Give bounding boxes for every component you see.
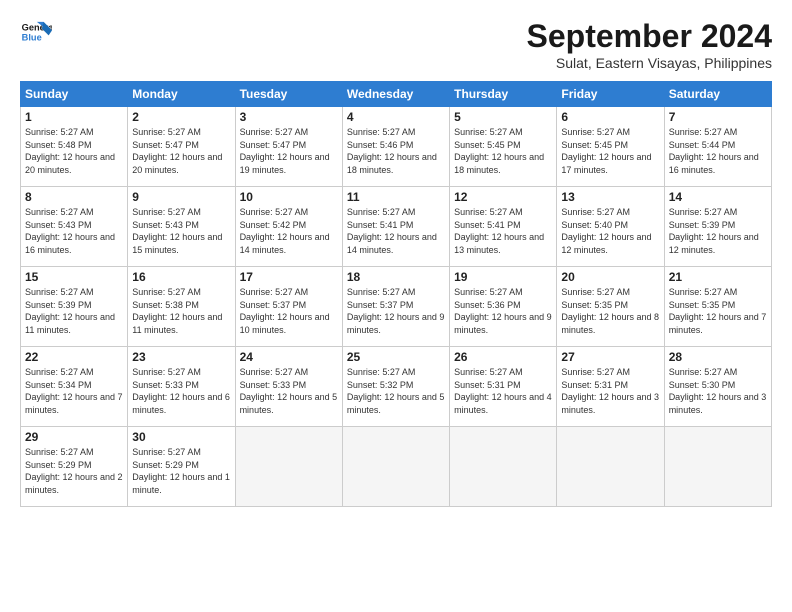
svg-text:Blue: Blue (22, 32, 42, 42)
col-wednesday: Wednesday (342, 82, 449, 107)
table-row: 7Sunrise: 5:27 AMSunset: 5:44 PMDaylight… (664, 107, 771, 187)
table-row: 21Sunrise: 5:27 AMSunset: 5:35 PMDayligh… (664, 267, 771, 347)
table-row: 28Sunrise: 5:27 AMSunset: 5:30 PMDayligh… (664, 347, 771, 427)
table-row: 27Sunrise: 5:27 AMSunset: 5:31 PMDayligh… (557, 347, 664, 427)
table-row: 4Sunrise: 5:27 AMSunset: 5:46 PMDaylight… (342, 107, 449, 187)
table-row: 5Sunrise: 5:27 AMSunset: 5:45 PMDaylight… (450, 107, 557, 187)
table-row: 30Sunrise: 5:27 AMSunset: 5:29 PMDayligh… (128, 427, 235, 507)
table-row (664, 427, 771, 507)
month-title: September 2024 (527, 18, 772, 55)
table-row: 24Sunrise: 5:27 AMSunset: 5:33 PMDayligh… (235, 347, 342, 427)
col-thursday: Thursday (450, 82, 557, 107)
calendar-table: Sunday Monday Tuesday Wednesday Thursday… (20, 81, 772, 507)
col-monday: Monday (128, 82, 235, 107)
table-row (342, 427, 449, 507)
table-row: 2Sunrise: 5:27 AMSunset: 5:47 PMDaylight… (128, 107, 235, 187)
table-row: 23Sunrise: 5:27 AMSunset: 5:33 PMDayligh… (128, 347, 235, 427)
table-row (450, 427, 557, 507)
table-row: 16Sunrise: 5:27 AMSunset: 5:38 PMDayligh… (128, 267, 235, 347)
table-row: 11Sunrise: 5:27 AMSunset: 5:41 PMDayligh… (342, 187, 449, 267)
table-row: 25Sunrise: 5:27 AMSunset: 5:32 PMDayligh… (342, 347, 449, 427)
title-block: September 2024 Sulat, Eastern Visayas, P… (527, 18, 772, 71)
table-row: 6Sunrise: 5:27 AMSunset: 5:45 PMDaylight… (557, 107, 664, 187)
table-row: 20Sunrise: 5:27 AMSunset: 5:35 PMDayligh… (557, 267, 664, 347)
table-row (557, 427, 664, 507)
table-row: 9Sunrise: 5:27 AMSunset: 5:43 PMDaylight… (128, 187, 235, 267)
table-row: 13Sunrise: 5:27 AMSunset: 5:40 PMDayligh… (557, 187, 664, 267)
logo-icon: General Blue (20, 18, 52, 46)
location: Sulat, Eastern Visayas, Philippines (527, 55, 772, 71)
table-row: 15Sunrise: 5:27 AMSunset: 5:39 PMDayligh… (21, 267, 128, 347)
col-saturday: Saturday (664, 82, 771, 107)
table-row: 22Sunrise: 5:27 AMSunset: 5:34 PMDayligh… (21, 347, 128, 427)
table-row: 17Sunrise: 5:27 AMSunset: 5:37 PMDayligh… (235, 267, 342, 347)
table-row: 12Sunrise: 5:27 AMSunset: 5:41 PMDayligh… (450, 187, 557, 267)
table-row: 19Sunrise: 5:27 AMSunset: 5:36 PMDayligh… (450, 267, 557, 347)
table-row: 26Sunrise: 5:27 AMSunset: 5:31 PMDayligh… (450, 347, 557, 427)
page: General Blue September 2024 Sulat, Easte… (0, 0, 792, 517)
table-row: 18Sunrise: 5:27 AMSunset: 5:37 PMDayligh… (342, 267, 449, 347)
table-row: 10Sunrise: 5:27 AMSunset: 5:42 PMDayligh… (235, 187, 342, 267)
col-tuesday: Tuesday (235, 82, 342, 107)
table-row: 1Sunrise: 5:27 AMSunset: 5:48 PMDaylight… (21, 107, 128, 187)
table-row: 8Sunrise: 5:27 AMSunset: 5:43 PMDaylight… (21, 187, 128, 267)
logo: General Blue (20, 18, 52, 46)
header-row: Sunday Monday Tuesday Wednesday Thursday… (21, 82, 772, 107)
table-row: 29Sunrise: 5:27 AMSunset: 5:29 PMDayligh… (21, 427, 128, 507)
col-sunday: Sunday (21, 82, 128, 107)
table-row: 14Sunrise: 5:27 AMSunset: 5:39 PMDayligh… (664, 187, 771, 267)
col-friday: Friday (557, 82, 664, 107)
table-row (235, 427, 342, 507)
table-row: 3Sunrise: 5:27 AMSunset: 5:47 PMDaylight… (235, 107, 342, 187)
header: General Blue September 2024 Sulat, Easte… (20, 18, 772, 71)
